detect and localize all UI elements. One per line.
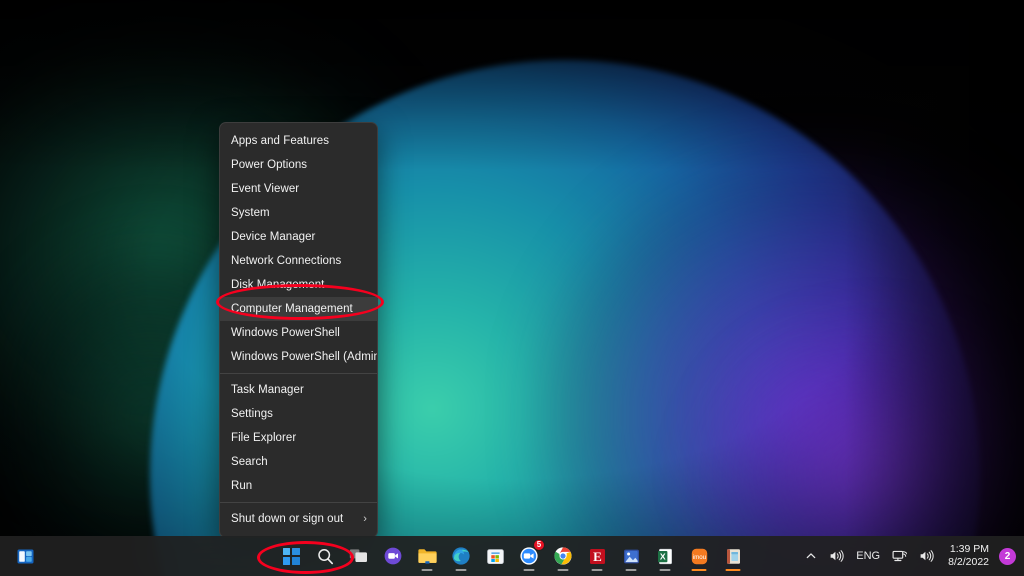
- notes-icon: [724, 547, 743, 566]
- menu-item-label: Apps and Features: [231, 135, 329, 147]
- tray-network-button[interactable]: [886, 539, 913, 573]
- menu-item-label: Computer Management: [231, 303, 353, 315]
- chevron-up-icon: [805, 550, 817, 562]
- store-button[interactable]: [478, 539, 512, 573]
- running-indicator: [592, 569, 603, 572]
- menu-item-task-manager[interactable]: Task Manager: [220, 378, 377, 402]
- menu-item-label: Disk Management: [231, 279, 324, 291]
- edge-icon: [451, 546, 471, 566]
- search-icon: [316, 547, 335, 566]
- notification-count-badge[interactable]: 2: [999, 548, 1016, 565]
- desktop[interactable]: [0, 0, 1024, 576]
- running-indicator: [558, 569, 569, 572]
- menu-item-apps-and-features[interactable]: Apps and Features: [220, 129, 377, 153]
- menu-item-settings[interactable]: Settings: [220, 402, 377, 426]
- menu-item-label: Device Manager: [231, 231, 315, 243]
- edge-button[interactable]: [444, 539, 478, 573]
- search-button[interactable]: [308, 539, 342, 573]
- network-icon: [892, 549, 907, 563]
- language-indicator[interactable]: ENG: [850, 539, 886, 573]
- clock-and-date-button[interactable]: 1:39 PM 8/2/2022: [940, 539, 995, 573]
- taskbar[interactable]: 5 E: [0, 536, 1024, 576]
- eviews-button[interactable]: E: [580, 539, 614, 573]
- menu-separator: [220, 502, 377, 503]
- menu-item-windows-powershell-admin[interactable]: Windows PowerShell (Admin): [220, 345, 377, 369]
- menu-item-search[interactable]: Search: [220, 450, 377, 474]
- speaker-icon: [829, 549, 844, 563]
- menu-item-label: Search: [231, 456, 268, 468]
- photos-icon: [622, 547, 641, 566]
- menu-item-label: Shut down or sign out: [231, 513, 343, 525]
- menu-item-power-options[interactable]: Power Options: [220, 153, 377, 177]
- menu-item-computer-management[interactable]: Computer Management: [220, 297, 377, 321]
- menu-item-label: Settings: [231, 408, 273, 420]
- menu-item-label: Task Manager: [231, 384, 304, 396]
- svg-text:E: E: [593, 549, 602, 564]
- running-indicator: [626, 569, 637, 572]
- eviews-icon: E: [588, 547, 607, 566]
- running-indicator: [692, 569, 707, 572]
- menu-item-device-manager[interactable]: Device Manager: [220, 225, 377, 249]
- menu-item-windows-powershell[interactable]: Windows PowerShell: [220, 321, 377, 345]
- photos-button[interactable]: [614, 539, 648, 573]
- zoom-button[interactable]: 5: [512, 539, 546, 573]
- windows-logo-icon: [283, 548, 300, 565]
- menu-item-label: Power Options: [231, 159, 307, 171]
- file-explorer-button[interactable]: [410, 539, 444, 573]
- menu-separator: [220, 373, 377, 374]
- menu-item-system[interactable]: System: [220, 201, 377, 225]
- running-indicator: [726, 569, 741, 572]
- tray-date: 8/2/2022: [948, 556, 989, 569]
- menu-item-disk-management[interactable]: Disk Management: [220, 273, 377, 297]
- zoom-notification-badge: 5: [533, 539, 545, 551]
- system-tray: ENG 1:39 PM 8/2/2022 2: [799, 536, 1018, 576]
- folder-icon: [417, 547, 438, 566]
- menu-item-label: Network Connections: [231, 255, 341, 267]
- tray-time: 1:39 PM: [950, 543, 989, 556]
- notes-button[interactable]: [716, 539, 750, 573]
- svg-text:X: X: [659, 551, 665, 561]
- running-indicator: [422, 569, 433, 572]
- wallpaper-right-shade: [844, 0, 1024, 576]
- menu-item-label: Windows PowerShell (Admin): [231, 351, 378, 363]
- excel-icon: X: [656, 547, 675, 566]
- chrome-button[interactable]: [546, 539, 580, 573]
- running-indicator: [660, 569, 671, 572]
- excel-button[interactable]: X: [648, 539, 682, 573]
- task-view-button[interactable]: [342, 539, 376, 573]
- volume-icon: [919, 549, 934, 563]
- menu-item-network-connections[interactable]: Network Connections: [220, 249, 377, 273]
- start-button[interactable]: [274, 539, 308, 573]
- menu-item-shut-down-or-sign-out[interactable]: Shut down or sign out ›: [220, 507, 377, 531]
- menu-item-label: Event Viewer: [231, 183, 299, 195]
- menu-item-label: File Explorer: [231, 432, 296, 444]
- running-indicator: [524, 569, 535, 572]
- running-indicator: [456, 569, 467, 572]
- menu-item-run[interactable]: Run: [220, 474, 377, 498]
- chat-icon: [383, 546, 403, 566]
- winx-quick-link-menu[interactable]: Apps and Features Power Options Event View…: [219, 122, 378, 538]
- imou-icon: imou: [690, 547, 709, 566]
- tray-sound-icon-button[interactable]: [823, 539, 850, 573]
- show-hidden-icons-button[interactable]: [799, 539, 823, 573]
- menu-item-label: Run: [231, 480, 252, 492]
- menu-item-event-viewer[interactable]: Event Viewer: [220, 177, 377, 201]
- task-view-icon: [349, 547, 369, 565]
- chrome-icon: [553, 546, 573, 566]
- imou-button[interactable]: imou: [682, 539, 716, 573]
- tray-volume-button[interactable]: [913, 539, 940, 573]
- menu-item-file-explorer[interactable]: File Explorer: [220, 426, 377, 450]
- svg-text:imou: imou: [692, 554, 706, 561]
- store-icon: [486, 547, 505, 566]
- chevron-right-icon: ›: [363, 514, 367, 525]
- menu-item-label: Windows PowerShell: [231, 327, 340, 339]
- teams-chat-button[interactable]: [376, 539, 410, 573]
- menu-item-label: System: [231, 207, 270, 219]
